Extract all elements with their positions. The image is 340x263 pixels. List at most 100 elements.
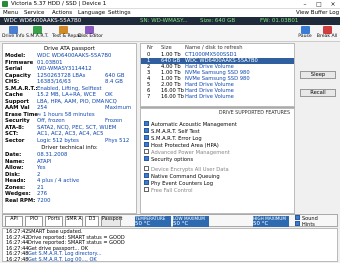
checkbox-checked-icon	[144, 156, 149, 161]
col-header-size: Size	[161, 45, 172, 51]
ports-radio[interactable]: Ports	[45, 216, 63, 227]
field-key: AAM Val	[5, 105, 30, 111]
side-panel: Sleep Recall	[298, 43, 338, 214]
close-button[interactable]: ×	[326, 0, 340, 9]
feature-item[interactable]: S.M.A.R.T. Error Log	[144, 135, 202, 142]
smart-button[interactable]: S.M.A.R.T.	[26, 26, 49, 41]
drive-info-label: Drive Info	[2, 34, 25, 39]
col-header-nr: Nr	[147, 45, 154, 51]
feature-label: S.M.A.R.T. Self Test	[151, 129, 200, 135]
feature-item[interactable]: Automatic Acoustic Management	[144, 121, 237, 128]
field-value: 01.03B01	[37, 59, 63, 66]
feature-item[interactable]: Free Fall Control	[144, 187, 193, 194]
field-key: Disk:	[5, 171, 21, 178]
field-extra: Phys 512	[105, 137, 130, 144]
disk-editor-button[interactable]: Disk Editor	[78, 26, 103, 41]
menu-item-menu[interactable]: Menu	[3, 9, 18, 17]
smr-toggle[interactable]: SMR A	[65, 216, 83, 227]
checkbox-checked-icon	[144, 135, 149, 140]
pio-radio[interactable]: PIO	[25, 216, 43, 227]
window-title: Victoria 5.37 HDD / SSD | Device 1	[11, 1, 107, 7]
field-key: S.M.A.R.T.:	[5, 85, 38, 92]
api-radio[interactable]: API	[5, 216, 23, 227]
field-value: LBA, HPA, AAM, PIO, DMA	[37, 98, 105, 105]
checkbox-checked-icon	[144, 121, 149, 126]
passport-row: ATA-8: SATA2, NCQ, PEC, SCT, WUEM	[5, 125, 135, 131]
field-key: Serial	[5, 66, 23, 72]
device-nr: 7	[147, 94, 151, 100]
col-header-name: Name / disk to refresh	[185, 45, 243, 51]
feature-label: Host Protected Area (HPA)	[151, 143, 219, 149]
field-key: Name:	[5, 158, 25, 165]
device-row[interactable]: 7 16.00 Tb Hard Drive Volume	[141, 94, 294, 100]
passport-button[interactable]: Passport	[101, 216, 122, 227]
low-max-indicator: LOW MAXIMUM 50 °C	[173, 216, 209, 227]
field-key: Sector	[5, 137, 25, 144]
menu-item-settings[interactable]: Settings	[108, 9, 131, 17]
field-value: SATA2, NCQ, PEC, SCT, WUEM	[37, 124, 117, 131]
test-repair-label: Test & Repair	[52, 34, 83, 39]
field-extra: NCQ	[105, 98, 117, 105]
field-key: ATA-8:	[5, 124, 24, 131]
field-value: 7200	[37, 197, 51, 204]
event-log[interactable]: 16:27:42 SMART base updated. 16:27:42 Driv…	[2, 228, 338, 262]
device-size: 16.00 Tb	[161, 94, 184, 100]
recall-button[interactable]: Recall	[300, 89, 336, 97]
field-key: Erase Time	[5, 111, 38, 118]
field-key: Security	[5, 118, 30, 124]
driver-row: Disk: 2	[5, 172, 135, 178]
d3-toggle[interactable]: D3	[85, 216, 99, 227]
feature-item[interactable]: Native Command Queuing	[144, 173, 220, 180]
menu-item-language[interactable]: Language	[78, 9, 105, 17]
feature-item[interactable]: Advanced Power Management	[144, 149, 230, 156]
field-value: AC1, AC2, AC3, AC4, AC5	[37, 131, 104, 137]
drive-capacity: Size: 640 GB	[200, 18, 236, 24]
pause-button[interactable]: Pause	[294, 26, 316, 41]
field-extra: 640 GB	[105, 72, 125, 79]
drive-info-icon	[8, 26, 18, 34]
field-value: 21	[37, 184, 44, 191]
drive-model: WDC WD6400AAKS-55A7B0	[4, 18, 82, 24]
field-value: WDC WD6400AAKS-55A7B0	[37, 53, 112, 59]
break-all-button[interactable]: Break All	[316, 26, 338, 41]
minimize-button[interactable]: –	[298, 0, 312, 9]
temperature-value: 50 °C	[135, 221, 151, 227]
passport-row: Security Off, frozen Frozen	[5, 118, 135, 124]
field-value: Yes	[37, 165, 46, 171]
disk-editor-icon	[84, 26, 94, 34]
feature-item[interactable]: S.M.A.R.T. Self Test	[144, 128, 200, 135]
passport-row: Capacity 1250263728 LBAs 640 GB	[5, 73, 135, 79]
passport-row: Cache 15.2 MB, LA+RA, WCE OK	[5, 92, 135, 98]
passport-title: Drive ATA passport	[43, 46, 96, 52]
feature-label: Phy Event Counters Log	[151, 181, 213, 187]
field-key: Allow:	[5, 165, 24, 171]
feature-item[interactable]: Host Protected Area (HPA)	[144, 142, 219, 149]
feature-item[interactable]: Security options	[144, 156, 194, 163]
drive-info-button[interactable]: Drive Info	[2, 26, 24, 41]
maximize-button[interactable]: □	[312, 0, 326, 9]
menu-item-actions[interactable]: Actions	[52, 9, 72, 17]
feature-item[interactable]: Phy Event Counters Log	[144, 180, 213, 187]
field-key: Support	[5, 98, 29, 105]
field-value: 16383/16/63	[37, 79, 71, 85]
test-repair-button[interactable]: Test & Repair	[52, 26, 83, 41]
checkbox-unchecked-icon	[144, 187, 149, 192]
passport-row: AAM Val 254 Maximum	[5, 105, 135, 111]
feature-label: S.M.A.R.T. Error Log	[151, 136, 202, 142]
feature-label: Security options	[151, 157, 194, 163]
passport-row: Model: WDC WD6400AAKS-55A7B0	[5, 53, 135, 59]
checkbox-unchecked-icon	[144, 149, 149, 154]
checkbox-checked-icon	[144, 128, 149, 133]
driver-info-title: Driver technical info:	[41, 145, 98, 151]
passport-row: Firmware 01.03B01	[5, 60, 135, 66]
menu-item-service[interactable]: Service	[24, 9, 44, 17]
field-key: Wedges:	[5, 191, 31, 197]
field-key: Capacity	[5, 72, 31, 79]
view-buffer-log-toggle[interactable]: View Buffer Log	[296, 9, 339, 17]
driver-row: Name: ATAPI	[5, 159, 135, 165]
feature-item[interactable]: Device Encrypts All User Data	[144, 166, 229, 173]
field-key: Real RPM:	[5, 197, 36, 204]
field-value: Off, frozen	[37, 118, 65, 124]
field-key: Date:	[5, 152, 22, 158]
sleep-button[interactable]: Sleep	[300, 71, 336, 79]
